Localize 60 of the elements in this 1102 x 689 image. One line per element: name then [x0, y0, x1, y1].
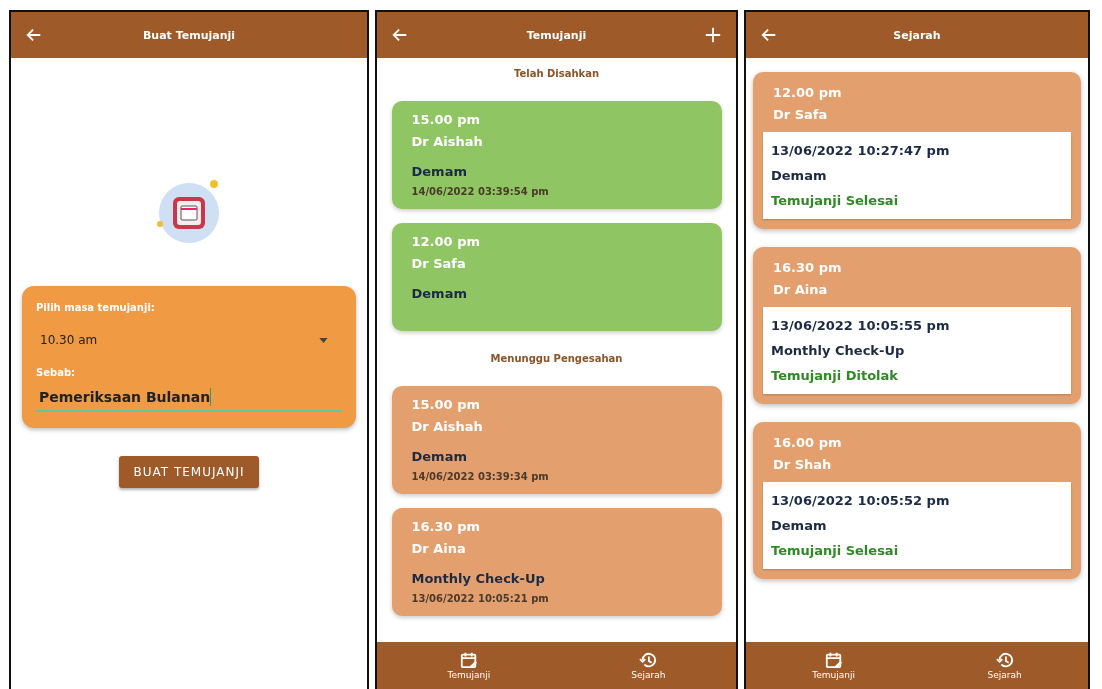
- appointment-status: Temujanji Selesai: [771, 192, 899, 210]
- appointment-time: 15.00 pm: [411, 111, 480, 129]
- screen-title: Buat Temujanji: [142, 28, 236, 42]
- section-heading: Telah Disahkan: [513, 68, 600, 79]
- history-tab[interactable]: Sejarah: [631, 651, 666, 680]
- history-card[interactable]: 16.00 pm Dr Shah 13/06/2022 10:05:52 pm Demam Temujanji Selesai: [753, 422, 1081, 579]
- back-arrow-icon[interactable]: [391, 26, 409, 44]
- appointment-card[interactable]: 12.00 pm Dr Safa Demam: [391, 223, 722, 331]
- appointment-time: 16.30 pm: [772, 259, 842, 277]
- appointment-reason: Monthly Check-Up: [771, 342, 905, 360]
- reason-label: Sebab:: [36, 367, 76, 378]
- screen-title: Sejarah: [893, 28, 941, 42]
- doctor-name: Dr Aishah: [411, 418, 483, 436]
- back-arrow-icon[interactable]: [760, 26, 778, 44]
- appointment-reason: Demam: [411, 448, 467, 466]
- appointment-time: 12.00 pm: [411, 233, 480, 251]
- appointment-card[interactable]: 15.00 pm Dr Aishah Demam 14/06/2022 03:39:34 pm: [391, 386, 722, 494]
- appointment-time: 16.30 pm: [411, 518, 480, 536]
- appointment-reason: Monthly Check-Up: [411, 570, 545, 588]
- back-arrow-icon[interactable]: [25, 26, 43, 44]
- screen-title: Temujanji: [526, 28, 587, 42]
- history-card[interactable]: 12.00 pm Dr Safa 13/06/2022 10:27:47 pm Demam Temujanji Selesai: [753, 72, 1081, 229]
- appointments-tab[interactable]: Temujanji: [447, 651, 491, 680]
- doctor-name: Dr Aina: [772, 281, 828, 299]
- doctor-name: Dr Aishah: [411, 133, 483, 151]
- appointment-reason: Demam: [771, 517, 827, 535]
- history-icon: [639, 651, 658, 669]
- appointment-date: 13/06/2022 10:05:52 pm: [771, 492, 950, 510]
- appointment-status: Temujanji Ditolak: [771, 367, 898, 385]
- time-dropdown[interactable]: 10.30 am: [36, 313, 342, 367]
- appointment-reason: Demam: [771, 167, 827, 185]
- section-heading: Menunggu Pengesahan: [490, 353, 623, 364]
- appointment-time: 12.00 pm: [772, 84, 842, 102]
- appointment-time: 16.00 pm: [772, 434, 842, 452]
- appointment-date: 14/06/2022 03:39:54 pm: [411, 185, 549, 199]
- calendar-edit-icon: [459, 651, 478, 669]
- appointment-date: 13/06/2022 10:05:21 pm: [411, 592, 549, 606]
- appointment-card[interactable]: 16.30 pm Dr Aina Monthly Check-Up 13/06/2022 10:05:21 pm: [391, 508, 722, 616]
- history-tab[interactable]: Sejarah: [987, 651, 1022, 680]
- doctor-name: Dr Safa: [411, 255, 466, 273]
- time-label: Pilih masa temujanji:: [36, 302, 155, 313]
- doctor-name: Dr Aina: [411, 540, 466, 558]
- appointment-time: 15.00 pm: [411, 396, 480, 414]
- appointment-reason: Demam: [411, 285, 467, 303]
- doctor-name: Dr Shah: [772, 456, 832, 474]
- appointments-tab[interactable]: Temujanji: [812, 651, 855, 680]
- add-icon[interactable]: [704, 26, 722, 44]
- history-card[interactable]: 16.30 pm Dr Aina 13/06/2022 10:05:55 pm Monthly Check-Up Temujanji Ditolak: [753, 247, 1081, 404]
- appointment-date: 13/06/2022 10:27:47 pm: [771, 142, 950, 160]
- create-appointment-button[interactable]: BUAT TEMUJANJI: [119, 456, 259, 488]
- reason-input-field[interactable]: Pemeriksaan Bulanan: [36, 388, 342, 412]
- dropdown-caret-icon: [319, 337, 328, 343]
- doctor-name: Dr Safa: [772, 106, 828, 124]
- history-icon: [995, 651, 1014, 669]
- appointment-date: 13/06/2022 10:05:55 pm: [771, 317, 950, 335]
- appointment-date: 14/06/2022 03:39:34 pm: [411, 470, 549, 484]
- appointment-status: Temujanji Selesai: [771, 542, 899, 560]
- appointment-reason: Demam: [411, 163, 467, 181]
- appointment-card[interactable]: 15.00 pm Dr Aishah Demam 14/06/2022 03:39:54 pm: [391, 101, 722, 209]
- calendar-edit-icon: [824, 651, 843, 669]
